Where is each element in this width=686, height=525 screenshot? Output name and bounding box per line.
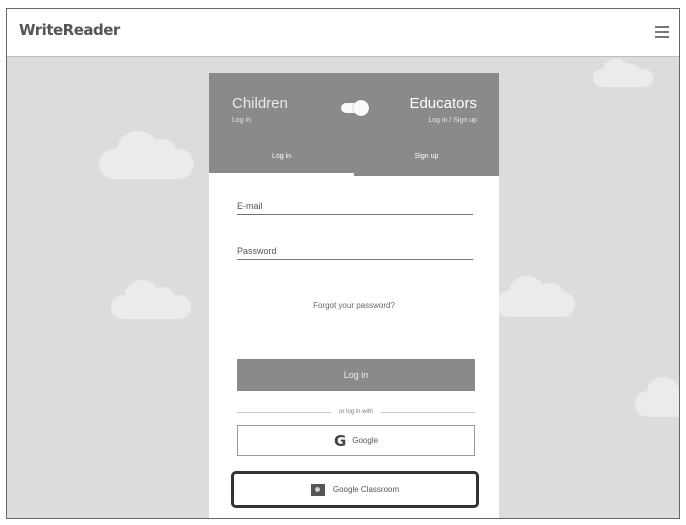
tab-log-in[interactable]: Log in (209, 153, 354, 160)
app-logo[interactable]: WriteReader (19, 21, 120, 39)
role-children[interactable]: Children Log in (232, 95, 288, 124)
divider-line (237, 411, 332, 413)
cloud-decoration (593, 59, 653, 87)
role-toggle[interactable] (341, 100, 369, 116)
forgot-password-link[interactable]: Forgot your password? (209, 301, 499, 310)
app-frame: WriteReader Children Log in Educators Lo… (6, 8, 680, 519)
divider-line (380, 411, 475, 413)
email-field[interactable]: E-mail (237, 201, 473, 215)
login-card: Children Log in Educators Log in / Sign … (209, 73, 499, 518)
active-tab-indicator (209, 173, 354, 176)
divider-text: or log in with (339, 409, 373, 415)
toggle-knob (353, 100, 369, 116)
role-children-subtitle: Log in (232, 117, 252, 124)
google-classroom-label: Google Classroom (332, 485, 400, 494)
role-educators-subtitle: Log in / Sign up (428, 117, 477, 124)
role-educators[interactable]: Educators Log in / Sign up (409, 95, 477, 124)
google-classroom-login-button[interactable]: Google Classroom (231, 471, 479, 508)
role-header: Children Log in Educators Log in / Sign … (209, 73, 499, 176)
role-children-title: Children (232, 95, 288, 112)
cloud-decoration (111, 280, 191, 319)
hamburger-menu-icon[interactable] (655, 26, 669, 38)
role-educators-title: Educators (409, 95, 477, 112)
password-field[interactable]: Password (237, 246, 473, 260)
cloud-decoration (99, 131, 194, 179)
or-divider: or log in with (237, 407, 475, 417)
top-bar: WriteReader (7, 9, 679, 57)
cloud-decoration (495, 276, 575, 317)
google-login-button[interactable]: G Google (237, 425, 475, 456)
google-label: Google (352, 436, 379, 445)
email-label: E-mail (237, 201, 263, 211)
cloud-decoration (635, 377, 679, 417)
log-in-button[interactable]: Log in (237, 359, 475, 391)
password-label: Password (237, 246, 277, 256)
tab-sign-up[interactable]: Sign up (354, 153, 499, 160)
google-classroom-icon (310, 483, 325, 496)
google-g-icon: G (333, 431, 347, 450)
